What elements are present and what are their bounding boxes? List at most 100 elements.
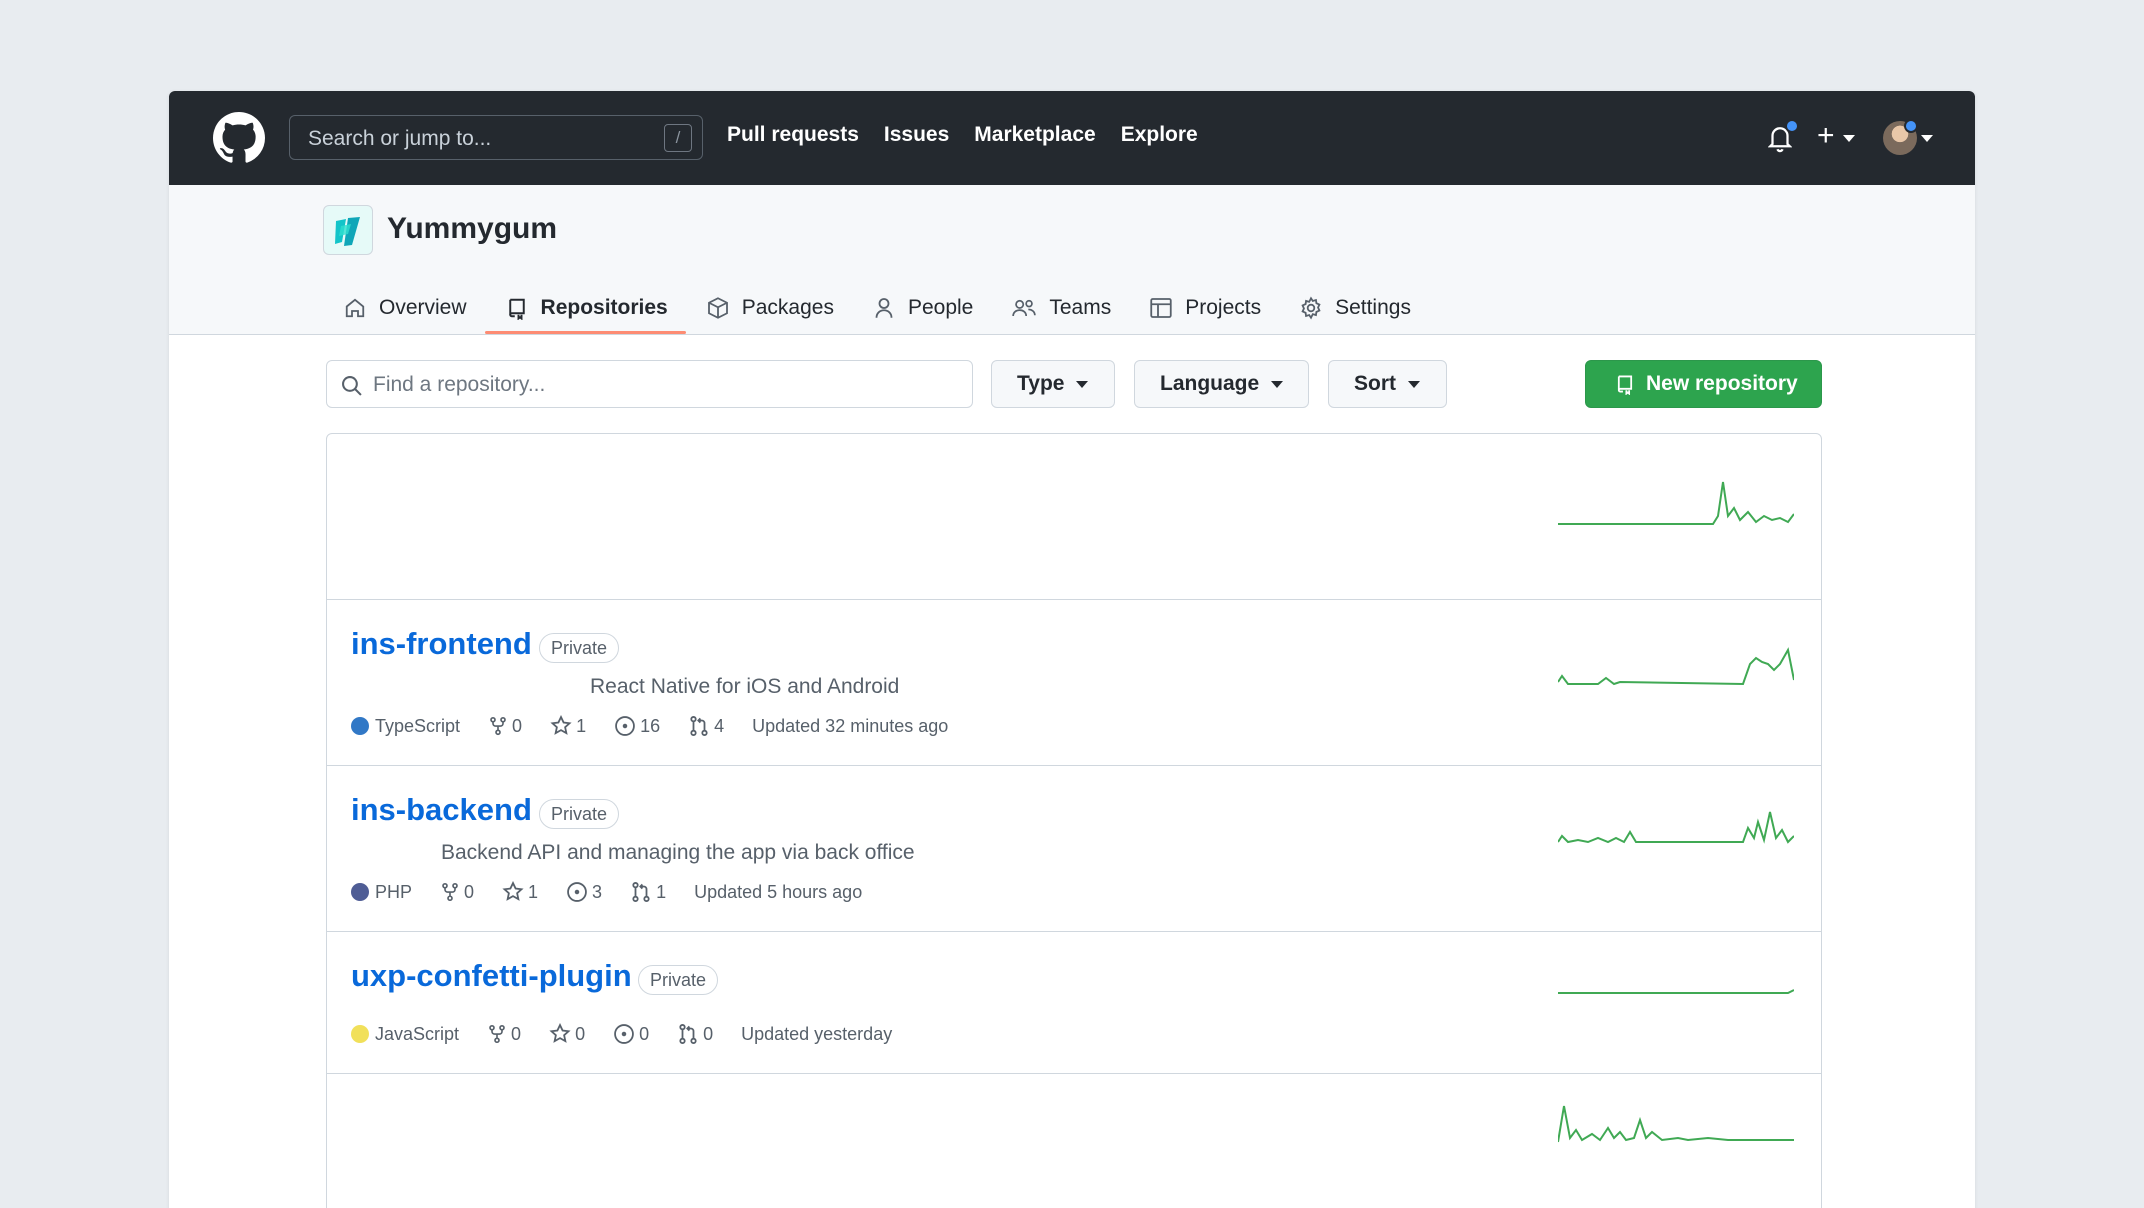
pull-request-icon <box>679 1024 697 1044</box>
stars-count: 1 <box>528 881 539 902</box>
sort-filter-button[interactable]: Sort <box>1328 360 1447 408</box>
repo-meta: JavaScript 0 0 0 0 Updated yesterday <box>351 1023 920 1045</box>
package-icon <box>707 297 728 319</box>
star-icon <box>549 1023 571 1043</box>
pull-request-icon <box>632 882 650 902</box>
fork-icon <box>490 716 506 736</box>
language-label: Language <box>1160 372 1260 395</box>
find-placeholder: Find a repository... <box>373 373 546 396</box>
repo-name-link[interactable]: uxp-confetti-plugin <box>351 958 632 994</box>
find-repository-input[interactable]: Find a repository... <box>326 360 973 408</box>
gear-icon <box>1301 296 1321 320</box>
stars-count: 0 <box>575 1023 586 1044</box>
repo-name-link[interactable]: ins-frontend <box>351 626 532 662</box>
repo-meta: TypeScript 0 1 16 4 Updated 32 minutes a… <box>351 715 976 737</box>
tab-projects[interactable]: Projects <box>1129 282 1279 334</box>
issues-count: 0 <box>639 1023 650 1044</box>
issue-icon <box>567 882 587 902</box>
person-icon <box>875 298 893 318</box>
tab-packages[interactable]: Packages <box>686 282 852 334</box>
list-item <box>327 1074 1821 1208</box>
nav-explore[interactable]: Explore <box>1121 123 1198 147</box>
pull-requests-link[interactable]: 4 <box>688 715 724 737</box>
issues-count: 3 <box>592 881 603 902</box>
pull-requests-count: 1 <box>656 881 667 902</box>
nav-pull-requests[interactable]: Pull requests <box>727 123 859 147</box>
forks-count: 0 <box>511 1023 522 1044</box>
nav-issues[interactable]: Issues <box>884 123 949 147</box>
star-icon <box>502 881 524 901</box>
repo-description: Backend API and managing the app via bac… <box>441 841 915 864</box>
tab-label: Repositories <box>540 296 668 319</box>
tab-people[interactable]: People <box>852 282 991 334</box>
tab-settings[interactable]: Settings <box>1279 282 1429 334</box>
type-filter-button[interactable]: Type <box>991 360 1115 408</box>
updated-time: Updated 32 minutes ago <box>752 715 949 736</box>
activity-sparkline <box>1558 989 1794 994</box>
language-name: TypeScript <box>375 715 461 736</box>
org-avatar[interactable] <box>323 205 373 255</box>
pull-requests-count: 0 <box>703 1023 714 1044</box>
list-item: uxp-confetti-plugin Private JavaScript 0… <box>327 932 1821 1074</box>
language-color-dot <box>351 883 369 901</box>
create-new-icon[interactable]: + <box>1817 121 1835 151</box>
pull-request-icon <box>690 716 708 736</box>
org-header: Yummygum Overview Repositories Packages … <box>169 185 1975 335</box>
new-repository-label: New repository <box>1646 372 1798 395</box>
pull-requests-link[interactable]: 1 <box>630 881 666 903</box>
global-search-input[interactable]: Search or jump to... / <box>289 115 703 160</box>
activity-sparkline <box>1558 811 1794 844</box>
tab-label: Projects <box>1185 296 1262 319</box>
tab-label: Teams <box>1049 296 1112 319</box>
tab-teams[interactable]: Teams <box>991 282 1129 334</box>
slash-shortcut-key: / <box>664 124 692 152</box>
stars-link[interactable]: 1 <box>502 881 538 903</box>
language-item: PHP <box>351 882 412 903</box>
repo-icon <box>1617 375 1633 395</box>
tab-repositories[interactable]: Repositories <box>484 282 686 334</box>
list-item: ins-backend Private Backend API and mana… <box>327 766 1821 932</box>
sort-label: Sort <box>1354 372 1396 395</box>
updated-time: Updated 5 hours ago <box>694 881 863 902</box>
stars-count: 1 <box>576 715 587 736</box>
notification-indicator <box>1785 119 1799 133</box>
tab-label: Settings <box>1335 296 1411 319</box>
org-name[interactable]: Yummygum <box>387 212 557 246</box>
stars-link[interactable]: 1 <box>550 715 586 737</box>
visibility-badge: Private <box>539 633 620 663</box>
issues-link[interactable]: 3 <box>566 881 602 903</box>
language-filter-button[interactable]: Language <box>1134 360 1309 408</box>
chevron-down-icon <box>1076 380 1089 388</box>
star-icon <box>550 715 572 735</box>
language-item: TypeScript <box>351 716 460 737</box>
chevron-down-icon <box>1843 135 1855 142</box>
tab-label: People <box>907 296 974 319</box>
forks-link[interactable]: 0 <box>440 882 474 903</box>
repo-name-link[interactable]: ins-backend <box>351 792 532 828</box>
forks-link[interactable]: 0 <box>487 1024 521 1045</box>
activity-sparkline <box>1558 1105 1794 1143</box>
new-repository-button[interactable]: New repository <box>1585 360 1822 408</box>
tab-label: Packages <box>741 296 834 319</box>
primary-nav: Pull requests Issues Marketplace Explore <box>727 123 1223 147</box>
repo-description: React Native for iOS and Android <box>590 675 900 698</box>
pull-requests-link[interactable]: 0 <box>677 1023 713 1045</box>
nav-marketplace[interactable]: Marketplace <box>974 123 1095 147</box>
repo-icon <box>508 298 525 320</box>
language-name: JavaScript <box>375 1023 460 1044</box>
forks-link[interactable]: 0 <box>488 716 522 737</box>
tab-overview[interactable]: Overview <box>323 282 485 334</box>
issues-link[interactable]: 0 <box>613 1023 649 1045</box>
search-icon <box>342 376 362 396</box>
issues-link[interactable]: 16 <box>614 715 660 737</box>
visibility-badge: Private <box>539 799 620 829</box>
forks-count: 0 <box>512 715 523 736</box>
repository-list: ins-frontend Private React Native for iO… <box>326 433 1822 1208</box>
yummygum-logo-icon <box>335 217 360 246</box>
visibility-badge: Private <box>638 965 719 995</box>
activity-sparkline <box>1558 481 1794 525</box>
github-logo-icon[interactable] <box>213 112 265 164</box>
stars-link[interactable]: 0 <box>549 1023 585 1045</box>
pull-requests-count: 4 <box>714 715 725 736</box>
home-icon <box>345 298 365 318</box>
